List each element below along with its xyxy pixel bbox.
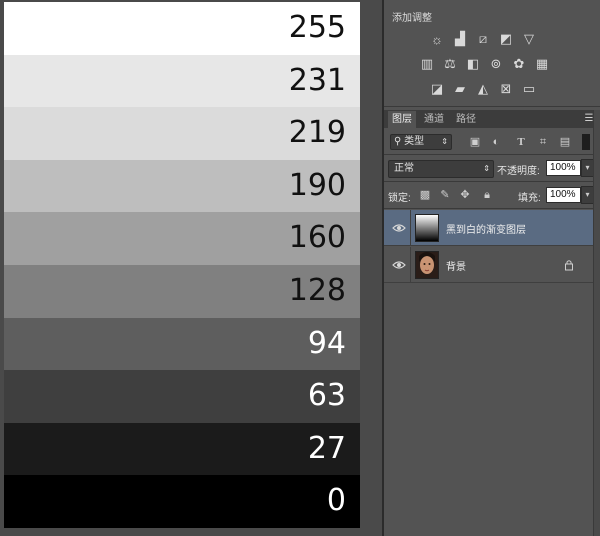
gray-value-label: 190 [288,167,346,203]
levels-icon[interactable]: ▟ [452,31,468,46]
gray-band: 160 [4,212,360,265]
gray-band: 190 [4,159,360,213]
lock-label: 锁定: [388,193,411,204]
panel-scrollbar[interactable] [593,110,600,536]
brightness-contrast-icon[interactable]: ☼ [429,32,445,47]
visibility-eye-icon[interactable] [392,222,406,234]
gray-value-label: 94 [307,325,346,361]
search-icon: ⚲ [394,136,402,147]
gray-value-label: 219 [288,115,346,151]
lock-transparent-icon[interactable]: ▩ [419,189,431,201]
curves-icon[interactable]: ⧄ [475,31,491,46]
adjustments-title: 添加调整 [392,13,432,24]
fill-field[interactable]: 100% [546,187,581,203]
gray-band: 231 [4,54,360,108]
filter-kind-label: 类型 [404,136,425,147]
gray-band: 0 [4,475,360,528]
panel-separator [384,106,600,107]
type-filter-icon[interactable]: T [515,136,527,148]
gray-value-label: 0 [326,483,346,519]
vibrance-icon[interactable]: ▽ [521,31,537,46]
layer-filter-select[interactable]: ⚲ 类型 ⇕ [390,134,452,150]
channel-mixer-icon[interactable]: ✿ [511,56,527,71]
gray-value-label: 128 [288,273,346,308]
layers-tabbar: 图层 通道 路径 ☰ [384,110,600,128]
panel-separator [384,208,600,209]
filter-toggle-icon[interactable] [582,134,590,150]
panel-separator [384,154,600,155]
gray-band: 255 [4,2,360,55]
invert-icon[interactable]: ◪ [429,81,445,96]
column-divider [410,247,411,283]
opacity-label: 不透明度: [497,166,540,177]
panel-separator [384,181,600,182]
opacity-field[interactable]: 100% [546,160,581,176]
blend-mode-value: 正常 [394,163,414,174]
layer-name[interactable]: 背景 [446,258,466,273]
posterize-icon[interactable]: ▰ [452,81,468,96]
gray-value-label: 160 [288,220,346,256]
gray-band: 128 [4,265,360,318]
adjustment-filter-icon[interactable]: ◐ [490,136,502,148]
gray-value-label: 63 [307,378,346,414]
tab-channels[interactable]: 通道 [420,111,448,128]
hue-saturation-icon[interactable]: ▥ [419,56,435,71]
layer-row-background[interactable]: 背景 [384,247,600,283]
color-lookup-icon[interactable]: ▦ [534,56,550,71]
lock-icon [565,260,573,271]
gray-band: 63 [4,370,360,423]
pixel-filter-icon[interactable]: ▣ [469,136,481,148]
gradient-map-icon[interactable]: ▭ [521,81,537,96]
right-panels: 添加调整 ☼ ▟ ⧄ ◩ ▽ ▥ ⚖ ◧ ⊚ ✿ ▦ ◪ ▰ ◭ ⊠ ▭ 图层 通道 路径 ☰ ⚲ 类型 ⇕ … [384,0,600,536]
gray-band: 94 [4,317,360,371]
gray-value-label: 27 [307,430,346,466]
layer-thumbnail[interactable] [415,214,439,242]
tab-paths[interactable]: 路径 [452,111,480,128]
exposure-icon[interactable]: ◩ [498,31,514,46]
gray-value-label: 231 [288,62,346,98]
threshold-icon[interactable]: ◭ [475,81,491,96]
gray-band: 219 [4,107,360,160]
photo-filter-icon[interactable]: ⊚ [488,56,504,71]
layer-name[interactable]: 黑到白的渐变图层 [446,221,526,236]
document-canvas[interactable]: 255 231 219 190 160 128 94 63 27 0 [0,0,384,536]
selective-color-icon[interactable]: ⊠ [498,81,514,96]
blend-mode-select[interactable]: 正常 ⇕ [388,160,494,178]
gray-band: 27 [4,422,360,476]
visibility-eye-icon[interactable] [392,259,406,271]
portrait-thumbnail[interactable] [415,251,439,279]
select-arrows-icon: ⇕ [441,137,448,146]
lock-paint-icon[interactable]: ✎ [439,189,451,201]
select-arrows-icon: ⇕ [483,164,490,173]
shape-filter-icon[interactable]: ⌗ [537,136,549,148]
layer-row-gradient[interactable]: 黑到白的渐变图层 [384,210,600,246]
lock-position-icon[interactable]: ✥ [459,189,471,201]
column-divider [410,210,411,246]
gradient-strip: 255 231 219 190 160 128 94 63 27 0 [4,2,360,528]
black-white-icon[interactable]: ◧ [465,56,481,71]
fill-label: 填充: [518,193,541,204]
tab-layers[interactable]: 图层 [388,111,416,128]
lock-all-icon[interactable]: 🔒︎ [481,189,493,201]
smart-object-filter-icon[interactable]: ▤ [559,136,571,148]
color-balance-icon[interactable]: ⚖ [442,56,458,71]
gray-value-label: 255 [288,10,346,45]
portrait-image [416,252,438,278]
